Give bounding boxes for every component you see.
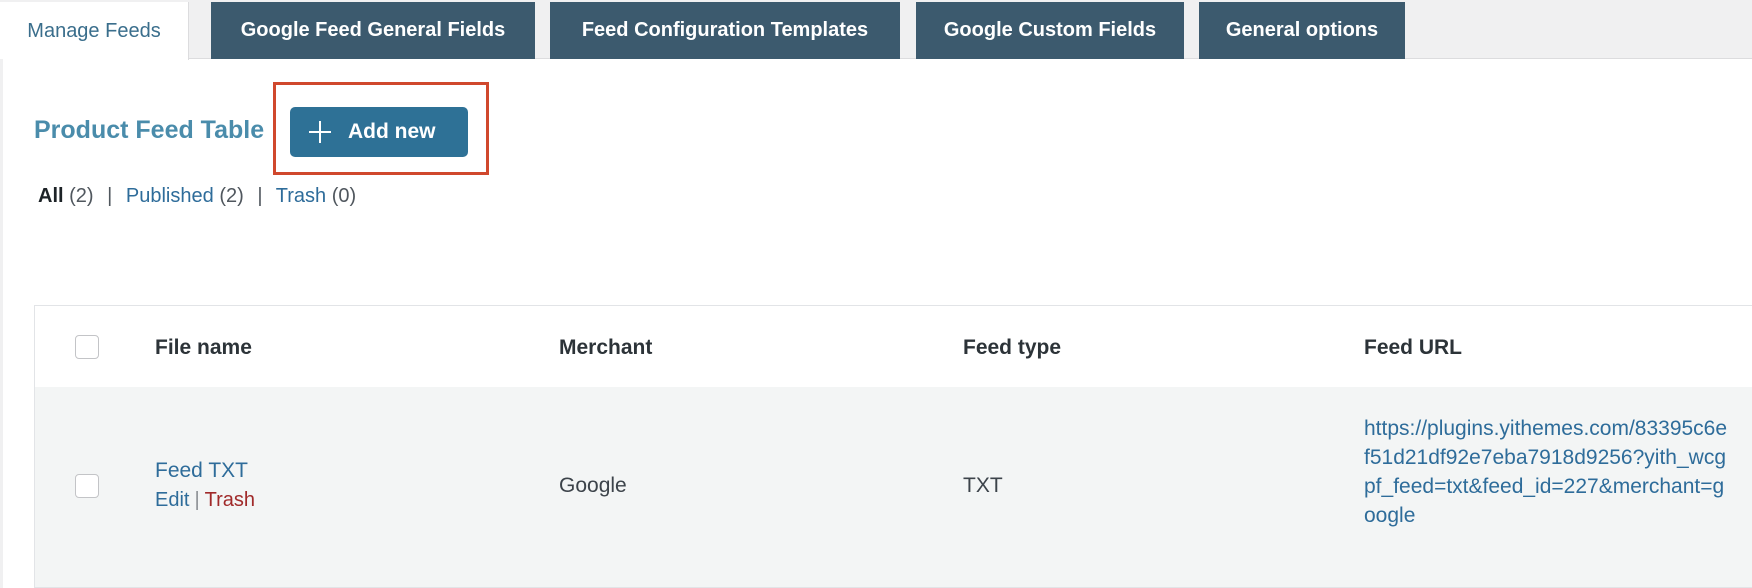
select-all-checkbox[interactable] xyxy=(75,335,99,359)
filter-trash-count: (0) xyxy=(331,185,357,207)
row-actions: Edit | Trash xyxy=(155,489,255,512)
feed-table: File name Merchant Feed type Feed URL Fe… xyxy=(34,305,1752,588)
column-header-feed-type[interactable]: Feed type xyxy=(963,336,1061,360)
merchant-cell: Google xyxy=(559,474,627,497)
filter-trash[interactable]: Trash xyxy=(276,185,326,207)
filter-published[interactable]: Published xyxy=(126,185,214,207)
edit-link[interactable]: Edit xyxy=(155,489,189,511)
tab-bar: Manage Feeds Google Feed General Fields … xyxy=(0,0,1752,60)
tab-manage-feeds[interactable]: Manage Feeds xyxy=(0,2,189,60)
filter-separator: | xyxy=(257,185,263,207)
feed-url-link[interactable]: https://plugins.yithemes.com/83395c6ef51… xyxy=(1364,414,1729,530)
tab-google-custom-fields[interactable]: Google Custom Fields xyxy=(916,2,1184,59)
column-header-feed-url[interactable]: Feed URL xyxy=(1364,336,1462,360)
table-row: Feed TXT Edit | Trash Google TXT https://p… xyxy=(35,387,1752,587)
row-checkbox[interactable] xyxy=(75,474,99,498)
feed-type-cell: TXT xyxy=(963,474,1003,497)
page-title: Product Feed Table xyxy=(34,116,265,144)
content-border xyxy=(0,59,3,588)
action-separator: | xyxy=(194,489,200,511)
tab-general-options[interactable]: General options xyxy=(1199,2,1405,59)
tab-feed-configuration-templates[interactable]: Feed Configuration Templates xyxy=(550,2,900,59)
filter-separator: | xyxy=(107,185,113,207)
trash-link[interactable]: Trash xyxy=(205,489,255,511)
filter-all[interactable]: All xyxy=(38,185,64,207)
plus-icon xyxy=(308,120,332,144)
add-new-button[interactable]: Add new xyxy=(290,107,468,157)
table-header: File name Merchant Feed type Feed URL xyxy=(35,306,1752,387)
file-name-link[interactable]: Feed TXT xyxy=(155,459,248,483)
add-new-label: Add new xyxy=(348,120,436,143)
column-header-merchant[interactable]: Merchant xyxy=(559,336,652,360)
status-filters: All (2) | Published (2) | Trash (0) xyxy=(38,185,356,208)
filter-all-count: (2) xyxy=(69,185,94,207)
column-header-file-name[interactable]: File name xyxy=(155,336,252,360)
tab-google-feed-general-fields[interactable]: Google Feed General Fields xyxy=(211,2,535,59)
filter-published-count: (2) xyxy=(219,185,244,207)
